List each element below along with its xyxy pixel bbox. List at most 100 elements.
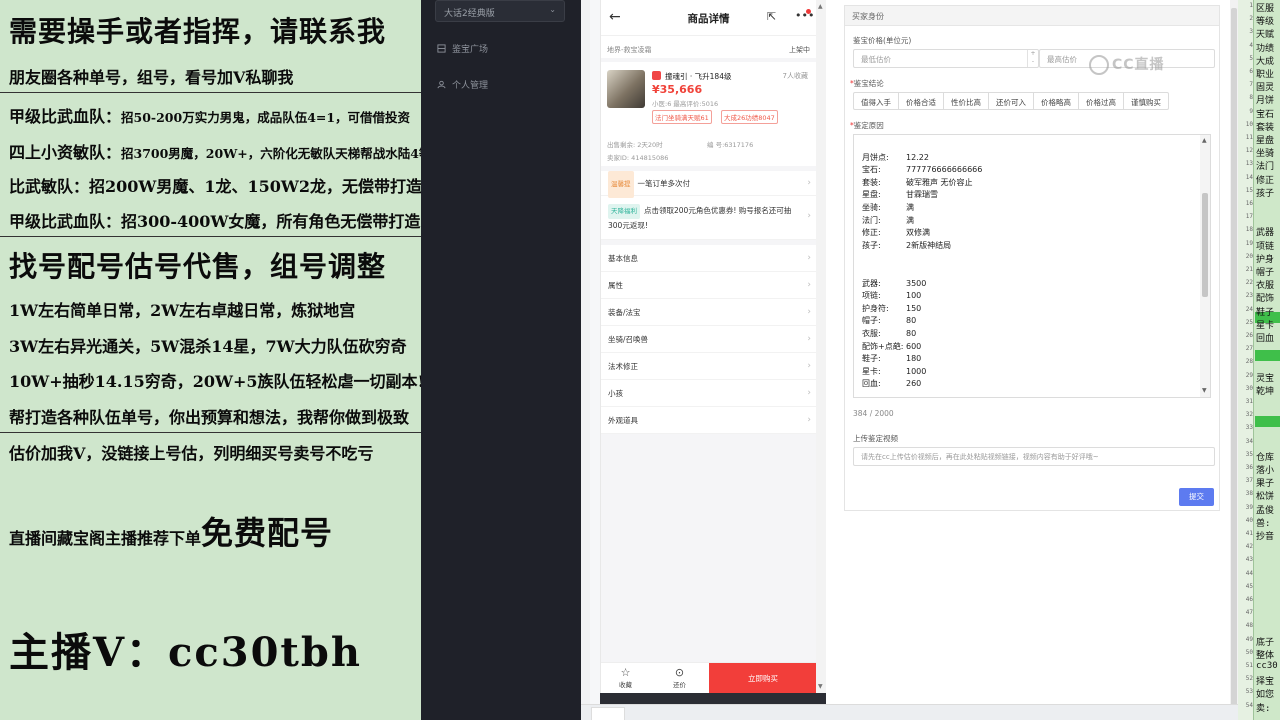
chevron-right-icon: › (807, 415, 811, 425)
menu-appearance[interactable]: 外观道具 › (601, 407, 816, 434)
reason-label: *鉴定原因 (850, 121, 884, 130)
highlight-chip: 大成26功绩8047 (721, 110, 778, 124)
option-fair-price[interactable]: 价格合适 (899, 93, 944, 109)
notification-dot (806, 9, 811, 14)
video-label: 上传鉴定视频 (853, 434, 898, 443)
promo-line: 比武敏队：招200W男魔、1龙、150W2龙，无偿带打造 (9, 177, 421, 196)
reason-line: 坐骑: 满 (862, 202, 914, 212)
submit-button[interactable]: 提交 (1179, 488, 1214, 506)
game-select[interactable]: 大话2经典版 ⌄ (435, 0, 565, 22)
buy-now-button[interactable]: 立即购买 (709, 663, 816, 693)
reason-line: 帽子: 80 (862, 316, 917, 326)
promo-line: 甲级比武血队：招300-400W女魔，所有角色无偿带打造 (9, 212, 421, 231)
menu-spell-correction[interactable]: 法术修正 › (601, 353, 816, 380)
menu-attributes[interactable]: 属性 › (601, 272, 816, 299)
menu-basic-info[interactable]: 基本信息 › (601, 245, 816, 272)
bargain-button[interactable]: ⊙ 还价 (673, 667, 686, 690)
line-number: 44 (1245, 569, 1253, 577)
option-worth-buying[interactable]: 值得入手 (854, 93, 899, 109)
editor-line: 修正 (1256, 175, 1275, 186)
scroll-thumb[interactable] (1202, 193, 1208, 297)
line-number: 9 (1249, 107, 1253, 115)
line-number: 8 (1249, 94, 1253, 102)
line-number: 40 (1245, 516, 1253, 524)
reason-line: 修正: 双修满 (862, 228, 930, 238)
editor-line: 星卡 (1256, 320, 1275, 331)
reason-line: 衣服: 80 (862, 328, 917, 338)
editor-line: 仓库 (1256, 452, 1275, 463)
editor-line: 卖: (1256, 703, 1271, 714)
reason-line: 宝石: 777776666666666 (862, 165, 983, 175)
promo-line: 主播V：cc30tbh (9, 629, 362, 676)
menu-child[interactable]: 小孩 › (601, 380, 816, 407)
menu-mounts[interactable]: 坐骑/召唤兽 › (601, 326, 816, 353)
line-number: 23 (1245, 292, 1253, 300)
menu-equipment[interactable]: 装备/法宝 › (601, 299, 816, 326)
scroll-up-icon[interactable]: ▲ (1202, 137, 1207, 144)
share-icon[interactable]: ⇱ (767, 10, 776, 23)
line-number: 22 (1245, 279, 1253, 287)
option-slightly-high[interactable]: 价格略高 (1034, 93, 1079, 109)
editor-line: 项链 (1256, 241, 1275, 252)
screen: 需要操手或者指挥，请联系我 朋友圈各种单号，组号，看号加V私聊我 甲级比武血队：… (0, 0, 1280, 720)
editor-line: 月饼 (1256, 96, 1275, 107)
scroll-up-icon[interactable]: ▲ (818, 3, 823, 10)
line-number: 3 (1249, 28, 1253, 36)
editor-line: 护身 (1256, 254, 1275, 265)
preview-scrollbar[interactable]: ▲ ▼ (816, 0, 826, 693)
line-number: 54 (1245, 701, 1253, 709)
min-price-input[interactable]: 最低估价 (853, 49, 1039, 68)
reason-line: 护身符: 150 (862, 303, 922, 313)
coupon-row[interactable]: 天降福利 点击领取200元角色优惠券! 购号报名还可抽300元返现! › (601, 196, 816, 240)
price: ¥35,666 (652, 83, 703, 96)
reason-textarea[interactable]: ▲ ▼ 月饼点: 12.22 宝石: 777776666666666 套装: 破军雅声 无… (853, 134, 1211, 398)
line-number: 29 (1245, 371, 1253, 379)
sidebar-item-appraisal-square[interactable]: 鉴宝广场 (437, 42, 488, 55)
sidebar-item-personal[interactable]: 个人管理 (437, 78, 488, 91)
favorite-count: 7人收藏 (782, 72, 808, 80)
line-number: 37 (1245, 477, 1253, 485)
line-number: 25 (1245, 318, 1253, 326)
bottom-bar: ☆ 收藏 ⊙ 还价 立即购买 (601, 662, 816, 693)
chevron-right-icon: › (807, 178, 811, 188)
scroll-down-icon[interactable]: ▼ (818, 683, 823, 690)
promo-line: 找号配号估号代售，组号调整 (9, 250, 387, 283)
option-cautious[interactable]: 谨慎购买 (1124, 93, 1168, 109)
promo-line: 甲级比武血队：招50-200万实力男鬼，成品队伍4=1，可借借投资 (9, 107, 411, 126)
price-stepper[interactable]: + - (1027, 50, 1038, 67)
option-bargain[interactable]: 还价可入 (989, 93, 1034, 109)
line-number: 45 (1245, 582, 1253, 590)
favorite-button[interactable]: ☆ 收藏 (619, 667, 632, 690)
chevron-right-icon: › (807, 280, 811, 290)
reason-line: 法门: 满 (862, 215, 914, 225)
chevron-right-icon: › (807, 307, 811, 317)
more-icon[interactable]: ••• (795, 9, 814, 22)
chevron-right-icon: › (807, 211, 811, 221)
editor-line: 宝石 (1256, 109, 1275, 120)
editor-line: 鞋子 (1256, 307, 1275, 318)
editor-line: 乾坤 (1256, 386, 1275, 397)
reason-line: 星盘: 甘霖瑞雪 (862, 190, 938, 200)
divider (601, 58, 816, 62)
scroll-thumb[interactable] (1231, 8, 1237, 708)
video-link-input[interactable]: 请先在cc上传估价视频后，再在此处粘贴视频链接，视频内容有助于好评哦~ (853, 447, 1215, 466)
character-stats: 小医:6 最高评价:5016 (652, 100, 719, 108)
option-too-high[interactable]: 价格过高 (1079, 93, 1124, 109)
editor-line: 坐骑 (1256, 149, 1275, 160)
page-scrollbar[interactable] (1230, 0, 1238, 720)
installment-row[interactable]: 温馨提 一笔订单多次付 › (601, 171, 816, 198)
line-number: 34 (1245, 437, 1253, 445)
reason-line (862, 252, 1202, 265)
line-number: 13 (1245, 160, 1253, 168)
textarea-scrollbar[interactable]: ▲ ▼ (1200, 135, 1210, 397)
line-number: 17 (1245, 213, 1253, 221)
form-header: 买家身份 (845, 6, 1219, 26)
scroll-down-icon[interactable]: ▼ (1202, 387, 1207, 394)
divider (0, 92, 421, 93)
appraisal-form-area: 买家身份 鉴宝价格(单位元) 最低估价 + - 最高估价 *鉴宝结论 值得入手 价… (826, 0, 1230, 720)
editor-line: 落小 (1256, 466, 1275, 476)
reason-line (862, 265, 1202, 278)
chevron-right-icon: › (807, 388, 811, 398)
option-good-value[interactable]: 性价比高 (944, 93, 989, 109)
tab[interactable] (591, 707, 625, 720)
